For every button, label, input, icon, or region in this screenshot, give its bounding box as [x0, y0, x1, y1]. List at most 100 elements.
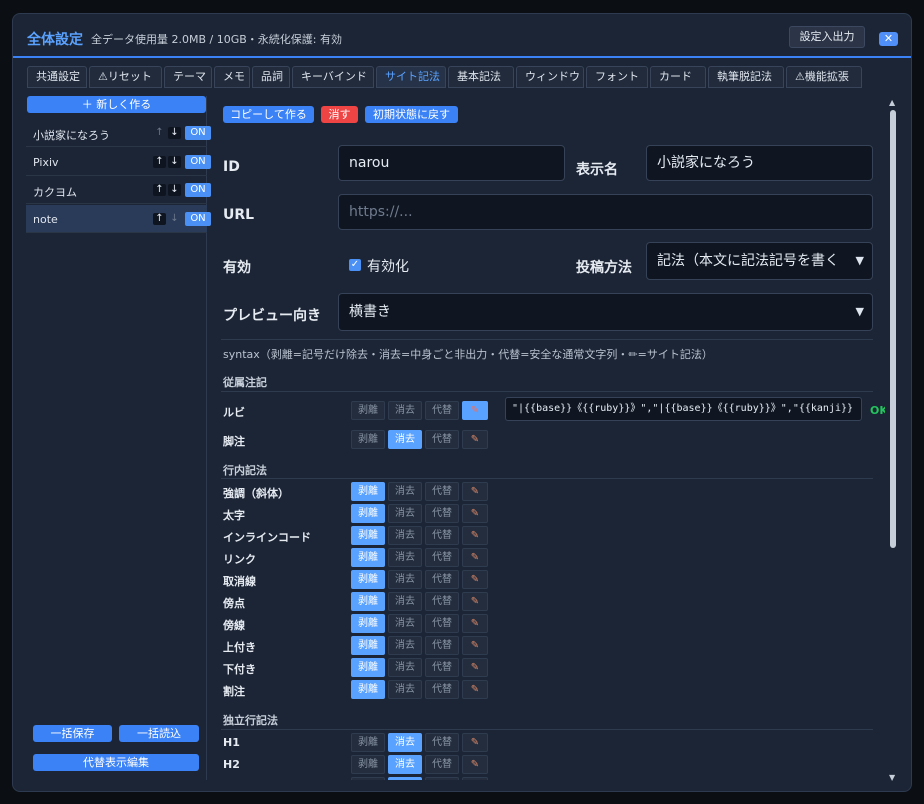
new-site-button[interactable]: ＋ 新しく作る [27, 96, 206, 113]
erase-option[interactable]: 消去 [388, 658, 422, 677]
arrow-up-icon[interactable]: ↑ [153, 155, 166, 168]
strip-option[interactable]: 剥離 [351, 614, 385, 633]
close-icon[interactable]: ✕ [879, 32, 898, 46]
pencil-icon[interactable]: ✎ [462, 504, 488, 523]
ruby-syntax-input[interactable]: "|{{base}}《{{ruby}}》","|{{base}}《{{ruby}… [505, 397, 862, 421]
preview-direction-select[interactable]: 横書き ▼ [338, 293, 873, 331]
pencil-icon[interactable]: ✎ [462, 658, 488, 677]
alt-option[interactable]: 代替 [425, 401, 459, 420]
erase-option[interactable]: 消去 [388, 504, 422, 523]
pencil-icon[interactable]: ✎ [462, 482, 488, 501]
alt-option[interactable]: 代替 [425, 482, 459, 501]
arrow-up-icon[interactable]: ↑ [153, 127, 166, 139]
site-list-item[interactable]: カクヨム ↑ ↓ ON [26, 176, 211, 205]
tab-7[interactable]: 基本記法 [448, 66, 514, 88]
tab-2[interactable]: テーマ [164, 66, 212, 88]
pencil-icon[interactable]: ✎ [462, 570, 488, 589]
pencil-icon[interactable]: ✎ [462, 526, 488, 545]
site-list-item[interactable]: 小説家になろう ↑ ↓ ON [26, 119, 211, 147]
strip-option[interactable]: 剥離 [351, 733, 385, 752]
delete-button[interactable]: 消す [321, 106, 358, 123]
erase-option[interactable]: 消去 [388, 614, 422, 633]
bulk-save-button[interactable]: 一括保存 [33, 725, 112, 742]
arrow-down-icon[interactable]: ↓ [168, 213, 181, 225]
erase-option[interactable]: 消去 [388, 755, 422, 774]
erase-option[interactable]: 消去 [388, 401, 422, 420]
tab-4[interactable]: 品詞 [252, 66, 290, 88]
site-toggle[interactable]: ON [185, 212, 211, 227]
alt-display-edit-button[interactable]: 代替表示編集 [33, 754, 199, 771]
strip-option[interactable]: 剥離 [351, 548, 385, 567]
strip-option[interactable]: 剥離 [351, 482, 385, 501]
erase-option[interactable]: 消去 [388, 482, 422, 501]
strip-option[interactable]: 剥離 [351, 777, 385, 780]
strip-option[interactable]: 剥離 [351, 658, 385, 677]
erase-option[interactable]: 消去 [388, 548, 422, 567]
erase-option[interactable]: 消去 [388, 570, 422, 589]
tab-1[interactable]: ⚠リセット [89, 66, 162, 88]
alt-option[interactable]: 代替 [425, 636, 459, 655]
erase-option[interactable]: 消去 [388, 526, 422, 545]
site-list-item[interactable]: Pixiv ↑ ↓ ON [26, 148, 211, 176]
arrow-down-icon[interactable]: ↓ [168, 155, 181, 168]
site-list-item[interactable]: note ↑ ↓ ON [26, 205, 211, 234]
reset-default-button[interactable]: 初期状態に戻す [365, 106, 458, 123]
pencil-icon[interactable]: ✎ [462, 592, 488, 611]
tab-0[interactable]: 共通設定 [27, 66, 87, 88]
pencil-icon[interactable]: ✎ [462, 430, 488, 449]
strip-option[interactable]: 剥離 [351, 755, 385, 774]
alt-option[interactable]: 代替 [425, 548, 459, 567]
site-toggle[interactable]: ON [185, 154, 211, 169]
alt-option[interactable]: 代替 [425, 592, 459, 611]
arrow-down-icon[interactable]: ↓ [168, 184, 181, 197]
tab-10[interactable]: カード [650, 66, 706, 88]
tab-6[interactable]: サイト記法 [376, 66, 446, 88]
alt-option[interactable]: 代替 [425, 570, 459, 589]
erase-option[interactable]: 消去 [388, 680, 422, 699]
alt-option[interactable]: 代替 [425, 755, 459, 774]
scrollbar-thumb[interactable] [890, 110, 896, 548]
strip-option[interactable]: 剥離 [351, 570, 385, 589]
site-toggle[interactable]: ON [185, 126, 211, 140]
url-field[interactable]: https://... [338, 194, 873, 230]
enabled-checkbox[interactable]: ✓ [349, 259, 361, 271]
erase-option[interactable]: 消去 [388, 636, 422, 655]
scroll-up-icon[interactable]: ▲ [889, 98, 895, 107]
arrow-up-icon[interactable]: ↑ [153, 213, 166, 226]
strip-option[interactable]: 剥離 [351, 504, 385, 523]
pencil-icon[interactable]: ✎ [462, 755, 488, 774]
erase-option[interactable]: 消去 [388, 592, 422, 611]
alt-option[interactable]: 代替 [425, 733, 459, 752]
pencil-icon[interactable]: ✎ [462, 680, 488, 699]
display-name-field[interactable]: 小説家になろう [646, 145, 873, 181]
post-method-select[interactable]: 記法（本文に記法記号を書く ▼ [646, 242, 873, 280]
pencil-icon[interactable]: ✎ [462, 733, 488, 752]
erase-option[interactable]: 消去 [388, 430, 422, 449]
tab-3[interactable]: メモ [214, 66, 250, 88]
alt-option[interactable]: 代替 [425, 526, 459, 545]
alt-option[interactable]: 代替 [425, 680, 459, 699]
pencil-icon[interactable]: ✎ [462, 548, 488, 567]
arrow-up-icon[interactable]: ↑ [153, 184, 166, 197]
strip-option[interactable]: 剥離 [351, 526, 385, 545]
scrollbar[interactable]: ▲ ▼ [888, 98, 898, 782]
erase-option[interactable]: 消去 [388, 733, 422, 752]
alt-option[interactable]: 代替 [425, 504, 459, 523]
tab-8[interactable]: ウィンドウ [516, 66, 584, 88]
pencil-icon[interactable]: ✎ [462, 401, 488, 420]
erase-option[interactable]: 消去 [388, 777, 422, 780]
alt-option[interactable]: 代替 [425, 777, 459, 780]
strip-option[interactable]: 剥離 [351, 430, 385, 449]
scroll-down-icon[interactable]: ▼ [889, 773, 895, 782]
arrow-down-icon[interactable]: ↓ [168, 127, 181, 139]
bulk-load-button[interactable]: 一括読込 [119, 725, 199, 742]
strip-option[interactable]: 剥離 [351, 401, 385, 420]
tab-11[interactable]: 執筆脱記法 [708, 66, 784, 88]
tab-9[interactable]: フォント [586, 66, 648, 88]
pencil-icon[interactable]: ✎ [462, 614, 488, 633]
id-field[interactable]: narou [338, 145, 565, 181]
pencil-icon[interactable]: ✎ [462, 777, 488, 780]
pencil-icon[interactable]: ✎ [462, 636, 488, 655]
settings-io-button[interactable]: 設定入出力 [789, 26, 865, 48]
alt-option[interactable]: 代替 [425, 658, 459, 677]
